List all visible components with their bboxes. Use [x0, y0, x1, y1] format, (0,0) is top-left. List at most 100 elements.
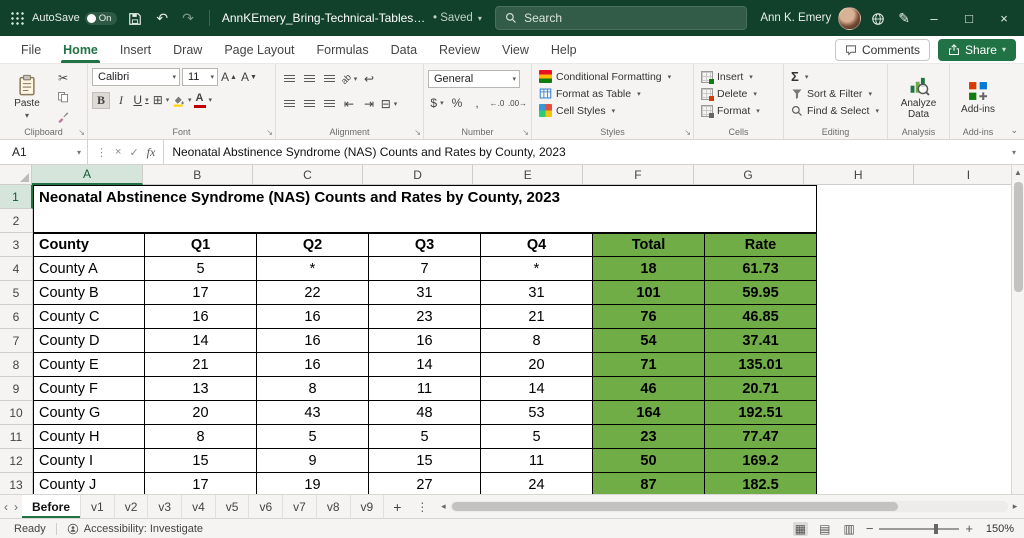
cell-A9[interactable]: County F: [33, 377, 145, 401]
row-header-4[interactable]: 4: [0, 257, 33, 281]
cancel-entry-button[interactable]: ×: [115, 146, 121, 158]
cell-B6[interactable]: 16: [145, 305, 257, 329]
menu-tab-page-layout[interactable]: Page Layout: [213, 36, 305, 63]
column-header-H[interactable]: H: [803, 165, 914, 185]
copy-button[interactable]: [54, 89, 72, 106]
menu-tab-file[interactable]: File: [10, 36, 52, 63]
cell-B5[interactable]: 17: [145, 281, 257, 305]
column-header-F[interactable]: F: [583, 165, 694, 185]
maximize-button[interactable]: □: [955, 4, 983, 32]
cut-button[interactable]: ✂: [54, 69, 72, 86]
analyze-data-button[interactable]: Analyze Data: [892, 67, 945, 127]
row-header-9[interactable]: 9: [0, 377, 33, 401]
menu-tab-formulas[interactable]: Formulas: [306, 36, 380, 63]
scroll-right-arrow[interactable]: ▸: [1008, 501, 1022, 512]
vertical-scrollbar[interactable]: ▲: [1011, 165, 1024, 494]
formula-bar-expand-button[interactable]: ▾: [1004, 140, 1024, 164]
header-cell-q2[interactable]: Q2: [257, 233, 369, 257]
row-header-2[interactable]: 2: [0, 209, 33, 233]
row-header-5[interactable]: 5: [0, 281, 33, 305]
clipboard-dialog-launcher[interactable]: ↘: [78, 128, 85, 137]
cell-E5[interactable]: 31: [481, 281, 593, 305]
scroll-left-arrow[interactable]: ◂: [436, 501, 450, 512]
menu-tab-view[interactable]: View: [491, 36, 540, 63]
comments-button[interactable]: Comments: [834, 38, 930, 61]
format-as-table-button[interactable]: Format as Table: [536, 85, 689, 102]
zoom-in-button[interactable]: +: [965, 521, 973, 536]
cell-F13[interactable]: 87: [593, 473, 705, 494]
cell-G12[interactable]: 169.2: [705, 449, 817, 473]
cell-E4[interactable]: *: [481, 257, 593, 281]
cell-A13[interactable]: County J: [33, 473, 145, 494]
decrease-font-button[interactable]: A ▼: [240, 69, 258, 86]
align-top-button[interactable]: [280, 71, 298, 88]
share-button[interactable]: Share ▾: [937, 38, 1016, 61]
header-cell-q4[interactable]: Q4: [481, 233, 593, 257]
cell-A8[interactable]: County E: [33, 353, 145, 377]
orientation-button[interactable]: ab: [339, 71, 358, 88]
cell-E7[interactable]: 8: [481, 329, 593, 353]
conditional-formatting-button[interactable]: Conditional Formatting: [536, 68, 689, 85]
sheet-tab-before[interactable]: Before: [22, 495, 82, 518]
decrease-indent-button[interactable]: ⇤: [340, 96, 358, 113]
header-cell-q3[interactable]: Q3: [369, 233, 481, 257]
normal-view-button[interactable]: ▦: [792, 521, 809, 536]
font-color-button[interactable]: A: [193, 92, 213, 109]
page-layout-view-button[interactable]: ▤: [817, 522, 832, 536]
cell-F10[interactable]: 164: [593, 401, 705, 425]
row-header-13[interactable]: 13: [0, 473, 33, 494]
pencil-icon[interactable]: ✎: [895, 10, 913, 27]
cell-E11[interactable]: 5: [481, 425, 593, 449]
cell-C11[interactable]: 5: [257, 425, 369, 449]
document-title[interactable]: AnnKEmery_Bring-Technical-Tables-t… • Sa…: [222, 11, 482, 25]
cell-C7[interactable]: 16: [257, 329, 369, 353]
underline-button[interactable]: U: [132, 92, 150, 109]
name-box[interactable]: A1 ▾: [0, 140, 88, 164]
zoom-level[interactable]: 150%: [982, 523, 1014, 535]
cell-E9[interactable]: 14: [481, 377, 593, 401]
borders-button[interactable]: ⊞: [152, 92, 170, 109]
cell-A6[interactable]: County C: [33, 305, 145, 329]
cell-E12[interactable]: 11: [481, 449, 593, 473]
decrease-decimal-button[interactable]: .00→: [508, 95, 527, 112]
column-header-C[interactable]: C: [252, 165, 363, 185]
cell-G8[interactable]: 135.01: [705, 353, 817, 377]
minimize-button[interactable]: –: [920, 4, 948, 32]
wrap-text-button[interactable]: ↩: [360, 71, 378, 88]
app-launcher-icon[interactable]: [10, 11, 24, 25]
cell-D10[interactable]: 48: [369, 401, 481, 425]
cell-C12[interactable]: 9: [257, 449, 369, 473]
bold-button[interactable]: B: [92, 91, 110, 109]
row-header-10[interactable]: 10: [0, 401, 33, 425]
cell-F7[interactable]: 54: [593, 329, 705, 353]
row-header-3[interactable]: 3: [0, 233, 33, 257]
redo-button[interactable]: ↷: [179, 10, 197, 27]
cell-F4[interactable]: 18: [593, 257, 705, 281]
cell-E8[interactable]: 20: [481, 353, 593, 377]
number-dialog-launcher[interactable]: ↘: [522, 128, 529, 137]
row-header-12[interactable]: 12: [0, 449, 33, 473]
cell-D4[interactable]: 7: [369, 257, 481, 281]
cell-B4[interactable]: 5: [145, 257, 257, 281]
close-button[interactable]: ×: [990, 4, 1018, 32]
cell-F9[interactable]: 46: [593, 377, 705, 401]
user-avatar[interactable]: [838, 6, 862, 30]
cell-A4[interactable]: County A: [33, 257, 145, 281]
sheet-tab-v4[interactable]: v4: [182, 495, 216, 518]
merge-center-button[interactable]: ⊟: [380, 96, 398, 113]
all-sheets-button[interactable]: ⋮: [410, 495, 434, 518]
cell-D5[interactable]: 31: [369, 281, 481, 305]
increase-decimal-button[interactable]: ←.0: [488, 95, 506, 112]
header-cell-county[interactable]: County: [33, 233, 145, 257]
column-header-I[interactable]: I: [913, 165, 1024, 185]
menu-tab-help[interactable]: Help: [540, 36, 588, 63]
menu-tab-review[interactable]: Review: [428, 36, 491, 63]
autosave-toggle[interactable]: AutoSave On: [32, 11, 118, 25]
column-header-D[interactable]: D: [362, 165, 474, 185]
number-format-select[interactable]: General: [428, 70, 520, 88]
menu-tab-insert[interactable]: Insert: [109, 36, 162, 63]
row-header-1[interactable]: 1: [0, 185, 33, 209]
sheet-tab-v1[interactable]: v1: [81, 495, 115, 518]
sheet-tab-v7[interactable]: v7: [283, 495, 317, 518]
zoom-out-button[interactable]: −: [866, 521, 874, 536]
